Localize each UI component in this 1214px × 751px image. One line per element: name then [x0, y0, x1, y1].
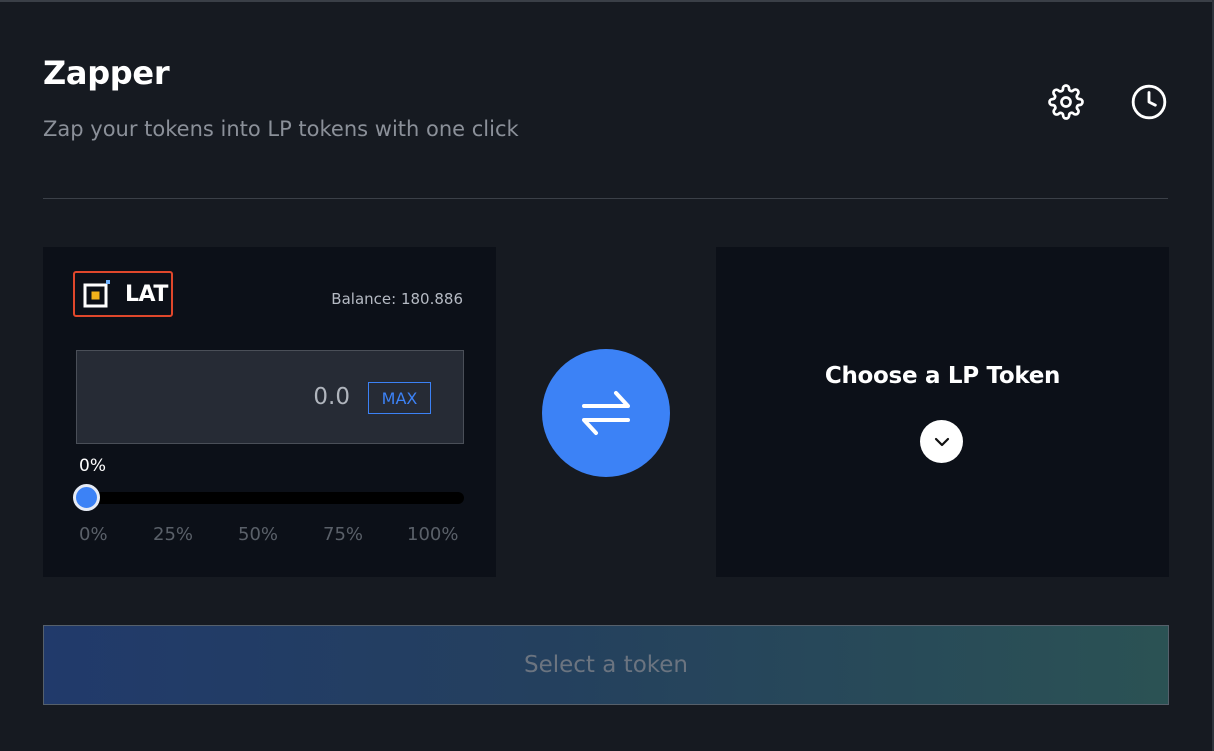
balance-text: Balance: 180.886	[331, 290, 463, 308]
page-subtitle: Zap your tokens into LP tokens with one …	[43, 117, 519, 141]
chevron-down-icon	[934, 437, 949, 446]
settings-button[interactable]	[1046, 82, 1086, 122]
zapper-panel: Zapper Zap your tokens into LP tokens wi…	[0, 2, 1212, 751]
select-token-button[interactable]: Select a token	[43, 625, 1169, 705]
history-button[interactable]	[1129, 82, 1169, 122]
percent-readout: 0%	[79, 456, 106, 476]
tick-label-50[interactable]: 50%	[238, 524, 278, 545]
percent-slider-track[interactable]	[83, 492, 464, 504]
lat-token-icon	[83, 280, 111, 308]
tick-label-0[interactable]: 0%	[79, 524, 108, 545]
header-divider	[43, 198, 1168, 199]
choose-lp-dropdown[interactable]	[920, 420, 963, 463]
clock-icon	[1131, 84, 1167, 120]
swap-arrows-icon	[582, 391, 630, 435]
tick-label-25[interactable]: 25%	[153, 524, 193, 545]
amount-field: MAX	[76, 350, 464, 444]
gear-icon	[1048, 84, 1084, 120]
amount-input[interactable]	[77, 351, 352, 443]
to-lp-card[interactable]: Choose a LP Token	[716, 247, 1169, 577]
tick-label-100[interactable]: 100%	[407, 524, 458, 545]
balance-value: 180.886	[400, 290, 463, 308]
from-token-selector[interactable]: LAT	[73, 271, 173, 317]
percent-slider-thumb[interactable]	[73, 484, 100, 511]
max-button[interactable]: MAX	[368, 382, 431, 414]
from-token-card: LAT Balance: 180.886 MAX 0% 0% 25% 50% 7…	[43, 247, 496, 577]
choose-lp-label[interactable]: Choose a LP Token	[716, 363, 1169, 389]
swap-direction-button[interactable]	[542, 349, 670, 477]
from-token-symbol: LAT	[125, 281, 168, 307]
balance-label: Balance:	[331, 290, 397, 308]
page-title: Zapper	[43, 54, 170, 92]
tick-label-75[interactable]: 75%	[323, 524, 363, 545]
